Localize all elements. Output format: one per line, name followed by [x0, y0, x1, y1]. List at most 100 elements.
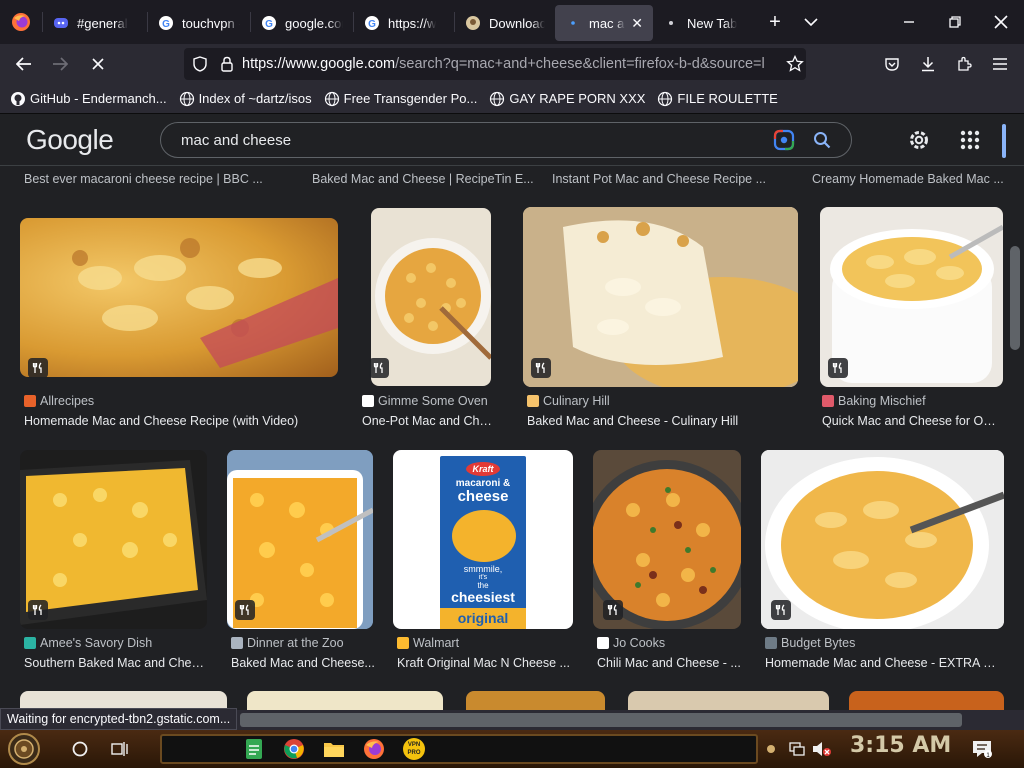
list-all-tabs-button[interactable]	[793, 4, 829, 40]
result-image-walmart[interactable]: Kraft macaroni & cheese smmmile, it's th…	[393, 450, 573, 629]
url-path: /search?q=mac+and+cheese&client=firefox-…	[395, 56, 765, 72]
result-caption[interactable]: Baked Mac and Cheese | RecipeTin E...	[312, 172, 534, 186]
result-title[interactable]: One-Pot Mac and Chee...	[362, 414, 498, 428]
result-caption[interactable]: Best ever macaroni cheese recipe | BBC .…	[24, 172, 263, 186]
pocket-button[interactable]	[874, 48, 910, 80]
result-image-culinary-hill[interactable]	[523, 207, 798, 387]
google-logo[interactable]: Google	[26, 124, 114, 156]
start-button[interactable]	[0, 730, 48, 768]
bookmark-file-roulette[interactable]: FILE ROULETTE	[657, 91, 778, 107]
result-image-partial[interactable]	[849, 691, 1004, 710]
task-view-button[interactable]	[100, 730, 140, 768]
new-tab-button[interactable]: +	[757, 4, 793, 40]
result-source[interactable]: Gimme Some Oven	[362, 394, 488, 408]
bookmark-3[interactable]: Free Transgender Po...	[324, 91, 477, 107]
start-orb-icon	[8, 733, 40, 765]
downloads-button[interactable]	[910, 48, 946, 80]
result-title[interactable]: Homemade Mac and Cheese - EXTRA ch...	[765, 656, 999, 670]
result-caption[interactable]: Instant Pot Mac and Cheese Recipe ...	[552, 172, 766, 186]
fork-knife-icon	[373, 362, 383, 373]
result-source[interactable]: Budget Bytes	[765, 636, 855, 650]
result-title[interactable]: Quick Mac and Cheese for One...	[822, 414, 1002, 428]
result-source[interactable]: Walmart	[397, 636, 459, 650]
url-text[interactable]: https://www.google.com/search?q=mac+and+…	[242, 56, 772, 72]
tab-touchvpn[interactable]: G touchvpn -	[148, 5, 250, 41]
result-caption[interactable]: Creamy Homemade Baked Mac ...	[812, 172, 1004, 186]
result-image-gimme-some-oven[interactable]	[371, 208, 491, 386]
result-image-partial[interactable]	[247, 691, 443, 710]
bookmark-label: Index of ~dartz/isos	[198, 91, 312, 106]
tab-google[interactable]: G google.com	[251, 5, 353, 41]
result-source[interactable]: Amee's Savory Dish	[24, 636, 152, 650]
result-source[interactable]: Jo Cooks	[597, 636, 665, 650]
svg-text:G: G	[162, 19, 170, 30]
taskbar-app-vpn[interactable]: VPN PRO	[394, 734, 434, 764]
result-source[interactable]: Baking Mischief	[822, 394, 926, 408]
tab-https[interactable]: G https://w	[354, 5, 454, 41]
bookmark-label: GitHub - Endermanch...	[30, 91, 167, 106]
app-menu-button[interactable]	[982, 48, 1018, 80]
page-scrollbar-thumb[interactable]	[1010, 246, 1020, 350]
search-taskbar-button[interactable]	[60, 730, 100, 768]
tab-discord[interactable]: #general	[43, 5, 147, 41]
baking-mischief-favicon	[822, 395, 834, 407]
gear-icon[interactable]	[907, 128, 931, 152]
google-icon: G	[261, 15, 277, 31]
result-source[interactable]: Culinary Hill	[527, 394, 610, 408]
close-window-button[interactable]	[978, 0, 1024, 44]
stop-loading-button[interactable]	[80, 48, 116, 80]
result-source-name: Jo Cooks	[613, 636, 666, 650]
taskbar-app-sheets[interactable]	[234, 734, 274, 764]
search-box[interactable]: mac and cheese	[160, 122, 852, 158]
volume-muted-icon[interactable]	[812, 741, 832, 757]
restore-button[interactable]	[932, 0, 978, 44]
taskbar-app-firefox[interactable]	[354, 734, 394, 764]
close-tab-icon[interactable]: ✕	[631, 15, 643, 32]
tracking-protection-shield-icon[interactable]	[192, 56, 208, 72]
bookmark-4[interactable]: GAY RAPE PORN XXX	[489, 91, 645, 107]
result-title[interactable]: Baked Mac and Cheese - Culinary Hill	[527, 414, 797, 428]
result-source[interactable]: Allrecipes	[24, 394, 94, 408]
result-title[interactable]: Kraft Original Mac N Cheese ...	[397, 656, 571, 670]
google-lens-icon[interactable]	[773, 129, 795, 151]
result-title[interactable]: Southern Baked Mac and Chee...	[24, 656, 206, 670]
result-image-partial[interactable]	[628, 691, 829, 710]
extensions-button[interactable]	[946, 48, 982, 80]
bookmark-star-icon[interactable]	[786, 55, 804, 73]
notifications-icon[interactable]: 1	[972, 740, 992, 758]
navigation-toolbar: https://www.google.com/search?q=mac+and+…	[0, 44, 1024, 84]
tab-mac-and-cheese[interactable]: mac and ✕	[555, 5, 653, 41]
result-image-amees-savory-dish[interactable]	[20, 450, 207, 629]
taskbar-app-explorer[interactable]	[314, 734, 354, 764]
google-apps-icon[interactable]	[958, 128, 982, 152]
fork-knife-icon	[535, 362, 545, 373]
tab-new-tab[interactable]: New Tab	[653, 5, 757, 41]
result-source[interactable]: Dinner at the Zoo	[231, 636, 344, 650]
url-bar[interactable]: https://www.google.com/search?q=mac+and+…	[184, 48, 806, 80]
search-icon[interactable]	[813, 131, 831, 149]
horizontal-scrollbar-thumb[interactable]	[240, 713, 962, 727]
culinary-hill-favicon	[527, 395, 539, 407]
vpn-pro-icon: VPN PRO	[403, 738, 425, 760]
search-input[interactable]: mac and cheese	[181, 132, 773, 149]
result-image-allrecipes[interactable]	[20, 218, 338, 377]
result-title[interactable]: Homemade Mac and Cheese Recipe (with Vid…	[24, 414, 334, 428]
result-image-budget-bytes[interactable]	[761, 450, 1004, 629]
minimize-button[interactable]	[886, 0, 932, 44]
result-image-partial[interactable]	[466, 691, 605, 710]
taskbar-clock[interactable]: 3:15 AM	[850, 733, 951, 758]
tab-download[interactable]: Download	[455, 5, 555, 41]
result-title[interactable]: Chili Mac and Cheese - ...	[597, 656, 741, 670]
firefox-menu-icon[interactable]	[0, 0, 42, 44]
back-button[interactable]	[6, 48, 42, 80]
taskbar: VPN PRO 3:15 AM 1	[0, 730, 1024, 768]
network-icon[interactable]	[788, 741, 806, 757]
tray-overflow-icon[interactable]	[766, 744, 776, 754]
tab-label: mac and	[589, 15, 625, 31]
lock-icon[interactable]	[220, 56, 234, 72]
result-title[interactable]: Baked Mac and Cheese...	[231, 656, 375, 670]
bookmark-github[interactable]: GitHub - Endermanch...	[10, 91, 167, 107]
bookmark-isos[interactable]: Index of ~dartz/isos	[179, 91, 312, 107]
taskbar-app-chrome[interactable]	[274, 734, 314, 764]
forward-button[interactable]	[42, 48, 78, 80]
